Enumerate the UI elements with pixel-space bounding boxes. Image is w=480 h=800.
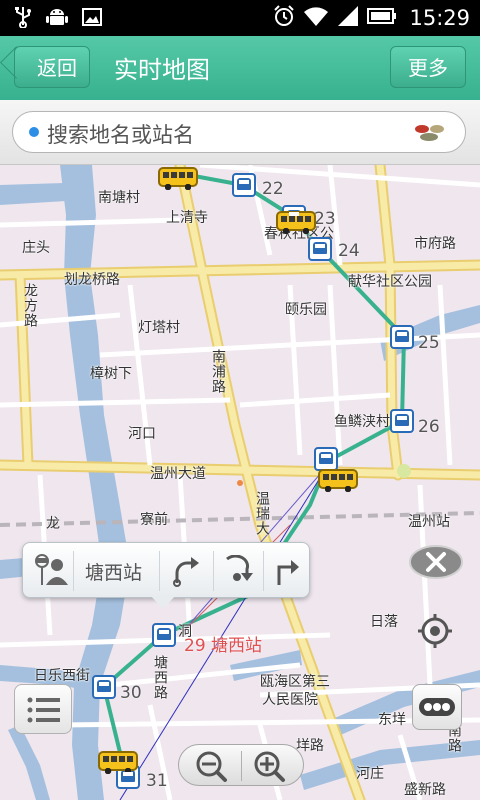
place-label: 灯塔村 [138,320,180,336]
place-label: 庄头 [22,240,50,256]
place-label: 东垟 [378,712,406,728]
bus-stop-icon[interactable] [390,409,414,433]
popup-divider [73,551,74,591]
place-label: 上清寺 [166,210,208,226]
search-dot-icon [29,127,39,137]
place-label: 南塘村 [98,190,140,206]
zoom-in-icon[interactable] [245,748,299,784]
place-label: 塘西路 [152,655,168,700]
place-label: 樟树下 [90,366,132,382]
list-icon [27,697,61,727]
bus-stop-icon[interactable] [390,325,414,349]
title-bar: 返回 实时地图 更多 [0,36,480,101]
selected-stop-label: 29 塘西站 [184,636,263,656]
route-via-icon[interactable] [221,554,255,591]
search-input[interactable]: 搜索地名或站名 [12,111,466,153]
place-label: 瓯海区第三 [260,674,330,690]
signal-icon [337,5,359,31]
bus-icon[interactable] [98,751,138,774]
stop-number: 31 [146,771,168,791]
place-label: 人民医院 [262,692,318,708]
map-view[interactable]: 南塘村 上清寺 庄头 春秋社区公 市府路 献华社区公园 划龙桥路 龙方路 灯塔村… [0,165,480,800]
place-label: 献华社区公园 [348,274,432,290]
bus-stop-icon[interactable] [314,447,338,471]
place-label: 鱼鳞浃村 [334,414,390,430]
clock: 15:29 [409,6,470,30]
android-debug-icon [46,6,68,32]
bus-icon[interactable] [158,167,198,190]
list-button[interactable] [14,684,72,734]
stop-number: 26 [418,417,440,437]
wifi-icon [303,5,329,31]
person-stop-icon[interactable] [33,553,69,591]
place-label: 河口 [128,426,156,442]
place-label: 市府路 [414,236,456,252]
battery-icon [367,7,397,29]
zoom-control [178,744,304,786]
popup-pointer [150,595,176,609]
locate-icon[interactable] [416,612,454,654]
image-icon [82,8,102,30]
bus-stop-icon[interactable] [92,675,116,699]
traffic-light-icon [418,695,456,723]
place-label: 寮前 [140,512,168,528]
stop-number: 23 [314,209,336,229]
station-popup: 塘西站 [22,542,310,598]
place-label: 温州大道 [150,466,206,482]
place-label: 龙 [46,516,60,532]
place-label: 划龙桥路 [64,272,120,288]
stop-number: 25 [418,333,440,353]
place-label: 盛新路 [404,782,446,798]
route-end-icon[interactable] [271,555,305,591]
stop-number: 22 [262,179,284,199]
search-placeholder: 搜索地名或站名 [47,123,194,147]
route-start-icon[interactable] [169,555,203,591]
popup-divider [213,551,214,591]
bus-stop-icon[interactable] [152,623,176,647]
back-button[interactable]: 返回 [14,46,90,88]
close-icon[interactable] [408,542,464,586]
place-label: 河庄 [356,766,384,782]
search-bar: 搜索地名或站名 [0,100,480,165]
page-title: 实时地图 [114,56,210,84]
traffic-toggle-button[interactable] [412,684,462,730]
place-label: 颐乐园 [285,302,327,318]
stop-number: 24 [338,241,360,261]
status-bar: 15:29 [0,0,480,36]
place-label: 南浦路 [210,349,226,394]
bus-stop-icon[interactable] [308,237,332,261]
place-label: 温瑞大 [254,491,270,536]
zoom-out-icon[interactable] [185,748,239,784]
popup-station-name: 塘西站 [85,562,143,584]
bus-stop-icon[interactable] [232,173,256,197]
map-canvas [0,165,480,800]
more-button[interactable]: 更多 [390,46,466,88]
zoom-divider [241,751,242,781]
bus-icon[interactable] [318,469,358,492]
popup-divider [263,551,264,591]
popup-divider [159,551,160,591]
place-label: 日乐西街 [34,668,90,684]
alarm-icon [273,5,295,31]
place-label: 日落 [370,614,398,630]
stop-number: 30 [120,683,142,703]
usb-icon [14,6,32,32]
place-label: 龙方路 [22,283,38,328]
layer-switch-icon[interactable] [411,123,447,147]
place-label: 温州站 [408,514,450,530]
